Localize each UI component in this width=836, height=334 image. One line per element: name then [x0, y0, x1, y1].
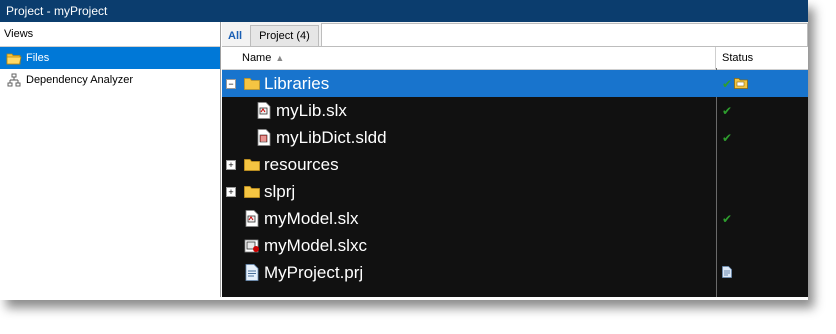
- checkmark-icon: ✔: [722, 103, 733, 118]
- project-window: Project - myProject Views Files Dependen…: [0, 0, 808, 300]
- file-status: [716, 232, 814, 259]
- nav-item-label: Dependency Analyzer: [26, 74, 134, 86]
- sort-ascending-icon: ▲: [275, 53, 285, 63]
- filter-tabbar: All Project (4): [222, 22, 808, 47]
- folder-icon: [244, 75, 260, 93]
- file-status: ✔: [716, 205, 814, 232]
- views-panel: Views Files Dependency Analyzer: [0, 22, 221, 297]
- checkmark-icon: ✔: [722, 76, 733, 91]
- file-row-mymodel-slx[interactable]: myModel.slx ✔: [222, 205, 808, 232]
- file-row-resources[interactable]: + resources: [222, 151, 808, 178]
- files-panel: All Project (4) Name ▲ Status − Librarie…: [222, 22, 808, 297]
- checkmark-icon: ✔: [722, 211, 733, 226]
- file-name: myModel.slx: [264, 208, 359, 228]
- file-name: myLib.slx: [276, 100, 347, 120]
- simulink-library-icon: [256, 102, 272, 120]
- nav-item-label: Files: [26, 52, 50, 64]
- document-status-icon: [722, 263, 732, 283]
- simulink-model-icon: [244, 210, 260, 228]
- file-row-libraries[interactable]: − Libraries ✔: [222, 70, 808, 97]
- collapse-toggle[interactable]: −: [226, 78, 236, 89]
- expand-toggle[interactable]: +: [226, 159, 236, 170]
- column-header-row: Name ▲ Status: [222, 47, 808, 70]
- tab-project[interactable]: Project (4): [250, 25, 319, 46]
- nav-item-files[interactable]: Files: [0, 47, 220, 69]
- file-name: MyProject.prj: [264, 262, 364, 282]
- data-dictionary-icon: [256, 129, 272, 147]
- tab-strip-empty: [320, 23, 808, 46]
- file-status: ✔: [716, 97, 814, 124]
- checkmark-icon: ✔: [722, 130, 733, 145]
- file-name: Libraries: [264, 73, 330, 93]
- column-name-header[interactable]: Name ▲: [222, 47, 716, 69]
- file-status: [716, 259, 814, 286]
- simulink-cache-icon: [244, 237, 260, 255]
- column-status-label: Status: [722, 52, 754, 64]
- folder-status-icon: [734, 74, 748, 94]
- file-list: − Libraries ✔ myLib.slx ✔ myLibDict.sldd…: [222, 70, 808, 286]
- file-row-myproject-prj[interactable]: MyProject.prj: [222, 259, 808, 286]
- file-row-slprj[interactable]: + slprj: [222, 178, 808, 205]
- views-header: Views: [0, 22, 220, 47]
- file-status: ✔: [716, 70, 814, 97]
- file-status: [716, 151, 814, 178]
- project-file-icon: [244, 264, 260, 282]
- file-name: myLibDict.sldd: [276, 127, 387, 147]
- folder-icon: [244, 156, 260, 174]
- folder-open-icon: [6, 51, 22, 65]
- file-name: resources: [264, 154, 339, 174]
- file-name: slprj: [264, 181, 296, 201]
- file-row-mylibdict-sldd[interactable]: myLibDict.sldd ✔: [222, 124, 808, 151]
- file-name: myModel.slxc: [264, 235, 367, 255]
- expand-toggle[interactable]: +: [226, 186, 236, 197]
- file-row-mylib-slx[interactable]: myLib.slx ✔: [222, 97, 808, 124]
- column-status-header[interactable]: Status: [716, 47, 808, 69]
- tab-all[interactable]: All: [222, 30, 248, 46]
- file-row-mymodel-slxc[interactable]: myModel.slxc: [222, 232, 808, 259]
- window-title: Project - myProject: [0, 0, 808, 22]
- folder-icon: [244, 183, 260, 201]
- file-status: ✔: [716, 124, 814, 151]
- file-status: [716, 178, 814, 205]
- nav-item-dependency-analyzer[interactable]: Dependency Analyzer: [0, 69, 220, 91]
- column-name-label: Name: [242, 52, 272, 64]
- dependency-tree-icon: [6, 73, 22, 87]
